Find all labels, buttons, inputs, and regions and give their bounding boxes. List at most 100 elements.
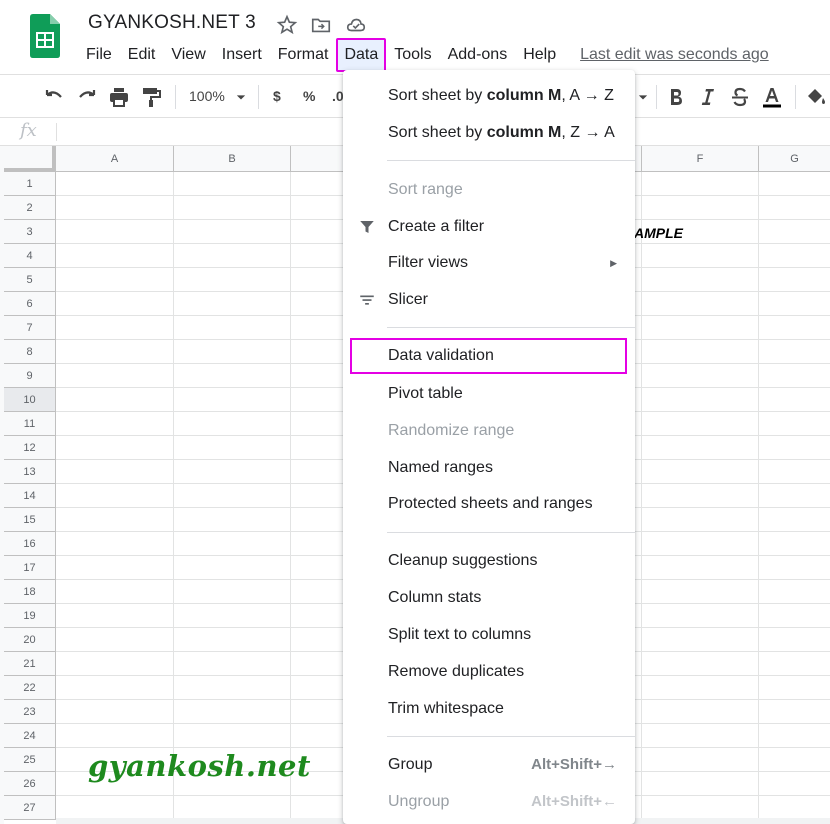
row-header[interactable]: 15 (4, 508, 56, 532)
decrease-decimal-button[interactable]: .0 (332, 88, 344, 104)
filter-views-label: Filter views (388, 254, 469, 271)
toolbar-divider (175, 85, 176, 109)
ungroup-label: Ungroup (388, 793, 450, 810)
cloud-saved-icon[interactable] (345, 14, 367, 36)
strikethrough-icon[interactable] (728, 85, 752, 109)
row-header[interactable]: 1 (4, 172, 56, 196)
text-color-icon[interactable] (760, 85, 784, 109)
paint-format-icon[interactable] (139, 85, 163, 109)
row-header[interactable]: 4 (4, 244, 56, 268)
row-header[interactable]: 13 (4, 460, 56, 484)
menu-edit[interactable]: Edit (120, 38, 164, 72)
row-header-selected[interactable]: 10 (4, 388, 56, 412)
menu-add-ons[interactable]: Add-ons (440, 38, 516, 72)
bold-icon[interactable] (664, 85, 688, 109)
grid-column-line (173, 172, 174, 824)
row-header[interactable]: 12 (4, 436, 56, 460)
sort-sheet-z-a-item[interactable]: Sort sheet by column M, Z → A (343, 115, 635, 151)
last-edit-link[interactable]: Last edit was seconds ago (580, 46, 769, 64)
row-header[interactable]: 5 (4, 268, 56, 292)
italic-icon[interactable] (696, 85, 720, 109)
menu-tools[interactable]: Tools (386, 38, 439, 72)
row-header[interactable]: 6 (4, 292, 56, 316)
row-header[interactable]: 23 (4, 700, 56, 724)
sort-a-z-column: column M (486, 87, 562, 104)
row-header[interactable]: 26 (4, 772, 56, 796)
row-header[interactable]: 19 (4, 604, 56, 628)
row-header[interactable]: 3 (4, 220, 56, 244)
sort-a-z-prefix: Sort sheet by (388, 87, 487, 104)
group-label: Group (388, 756, 433, 773)
currency-format-button[interactable]: $ (273, 88, 281, 104)
slicer-label: Slicer (388, 291, 429, 308)
row-header[interactable]: 14 (4, 484, 56, 508)
ungroup-item[interactable]: Ungroup Alt+Shift+← (343, 784, 635, 820)
menu-format[interactable]: Format (270, 38, 337, 72)
row-header[interactable]: 9 (4, 364, 56, 388)
named-ranges-item[interactable]: Named ranges (343, 450, 635, 486)
filter-views-item[interactable]: Filter views ▶ (343, 245, 635, 281)
watermark-logo: gyankosh.net (88, 749, 311, 783)
grid-column-line (641, 172, 642, 824)
submenu-arrow-icon: ▶ (610, 258, 617, 268)
menu-file[interactable]: File (78, 38, 120, 72)
font-size-dropdown-icon[interactable] (633, 87, 653, 107)
row-header[interactable]: 20 (4, 628, 56, 652)
star-icon[interactable] (276, 14, 298, 36)
menu-view[interactable]: View (163, 38, 213, 72)
menu-divider (387, 736, 635, 737)
row-header[interactable]: 25 (4, 748, 56, 772)
trim-whitespace-item[interactable]: Trim whitespace (343, 691, 635, 727)
menu-data[interactable]: Data (336, 38, 387, 72)
document-title[interactable]: GYANKOSH.NET 3 (88, 12, 256, 34)
menu-divider (387, 160, 635, 161)
remove-duplicates-item[interactable]: Remove duplicates (343, 654, 635, 690)
toolbar-divider (258, 85, 259, 109)
sort-z-a-prefix: Sort sheet by (388, 124, 487, 141)
slicer-item[interactable]: Slicer (343, 282, 635, 318)
formula-bar-divider (56, 123, 57, 141)
create-filter-label: Create a filter (388, 218, 485, 235)
column-stats-item[interactable]: Column stats (343, 580, 635, 616)
fx-icon: fx (20, 120, 37, 141)
column-header-f[interactable]: F (642, 146, 759, 172)
zoom-dropdown-icon[interactable] (231, 87, 251, 107)
row-header[interactable]: 17 (4, 556, 56, 580)
group-item[interactable]: Group Alt+Shift+→ (343, 747, 635, 783)
randomize-range-item[interactable]: Randomize range (343, 413, 635, 449)
column-header-g[interactable]: G (759, 146, 830, 172)
redo-icon[interactable] (75, 85, 99, 109)
row-header[interactable]: 16 (4, 532, 56, 556)
print-icon[interactable] (107, 85, 131, 109)
row-header[interactable]: 18 (4, 580, 56, 604)
zoom-select[interactable]: 100% (189, 88, 225, 104)
protected-sheets-item[interactable]: Protected sheets and ranges (343, 486, 635, 522)
sort-range-item[interactable]: Sort range (343, 172, 635, 208)
row-header[interactable]: 22 (4, 676, 56, 700)
create-filter-item[interactable]: Create a filter (343, 209, 635, 245)
column-header-b[interactable]: B (174, 146, 291, 172)
cell-e3-text: AMPLE (634, 225, 683, 241)
data-validation-item[interactable]: Data validation (350, 338, 627, 374)
sort-sheet-a-z-item[interactable]: Sort sheet by column M, A → Z (343, 78, 635, 114)
row-header[interactable]: 11 (4, 412, 56, 436)
cleanup-suggestions-item[interactable]: Cleanup suggestions (343, 543, 635, 579)
row-header[interactable]: 8 (4, 340, 56, 364)
menu-help[interactable]: Help (515, 38, 564, 72)
fill-color-icon[interactable] (804, 85, 828, 109)
split-text-item[interactable]: Split text to columns (343, 617, 635, 653)
sheets-logo-icon[interactable] (28, 14, 62, 58)
select-all-corner[interactable] (4, 146, 56, 172)
row-header[interactable]: 7 (4, 316, 56, 340)
header: GYANKOSH.NET 3 File Edit View Insert For… (0, 0, 830, 74)
undo-icon[interactable] (42, 85, 66, 109)
percent-format-button[interactable]: % (303, 88, 315, 104)
move-folder-icon[interactable] (310, 14, 332, 36)
row-header[interactable]: 27 (4, 796, 56, 820)
row-header[interactable]: 24 (4, 724, 56, 748)
row-header[interactable]: 2 (4, 196, 56, 220)
row-header[interactable]: 21 (4, 652, 56, 676)
menu-insert[interactable]: Insert (214, 38, 270, 72)
column-header-a[interactable]: A (56, 146, 174, 172)
pivot-table-item[interactable]: Pivot table (343, 376, 635, 412)
